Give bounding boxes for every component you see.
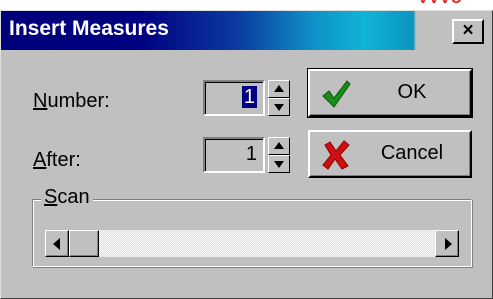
cancel-label: Cancel [380,142,444,164]
window-title: Insert Measures [9,17,169,40]
close-button[interactable]: × [452,19,484,44]
scan-scrollbar[interactable] [45,230,459,257]
number-value: 1 [241,86,257,108]
scroll-right-button[interactable] [435,230,459,257]
after-label: After: [33,149,81,171]
title-bar[interactable]: Insert Measures × [1,11,492,50]
number-increment-button[interactable] [268,80,290,98]
after-value: 1 [245,143,257,165]
cancel-button[interactable]: Cancel [308,130,472,178]
number-decrement-button[interactable] [268,98,290,116]
ok-button[interactable]: OK [307,68,473,118]
after-field[interactable]: 1 [203,137,265,173]
after-increment-button[interactable] [268,137,290,155]
red-x-icon [322,140,350,170]
after-spinner [268,137,290,173]
checkmark-icon [322,80,351,108]
number-spinner [268,80,290,116]
ok-label: OK [397,81,427,103]
arrow-up-icon [274,85,284,92]
clipped-red-text: VVVU [418,0,463,7]
scroll-thumb[interactable] [69,230,99,257]
arrow-down-icon [274,104,284,111]
scan-legend: Scan [41,186,93,209]
arrow-down-icon [274,161,284,168]
number-field[interactable]: 1 [203,80,265,116]
close-icon: × [462,20,474,41]
scroll-left-button[interactable] [45,230,69,257]
insert-measures-dialog: Insert Measures × Number: 1 After: 1 OK … [0,10,493,299]
after-decrement-button[interactable] [268,155,290,173]
number-label: Number: [33,90,110,112]
scan-group: Scan [32,186,472,267]
arrow-left-icon [53,238,60,250]
arrow-right-icon [445,238,452,250]
arrow-up-icon [274,142,284,149]
